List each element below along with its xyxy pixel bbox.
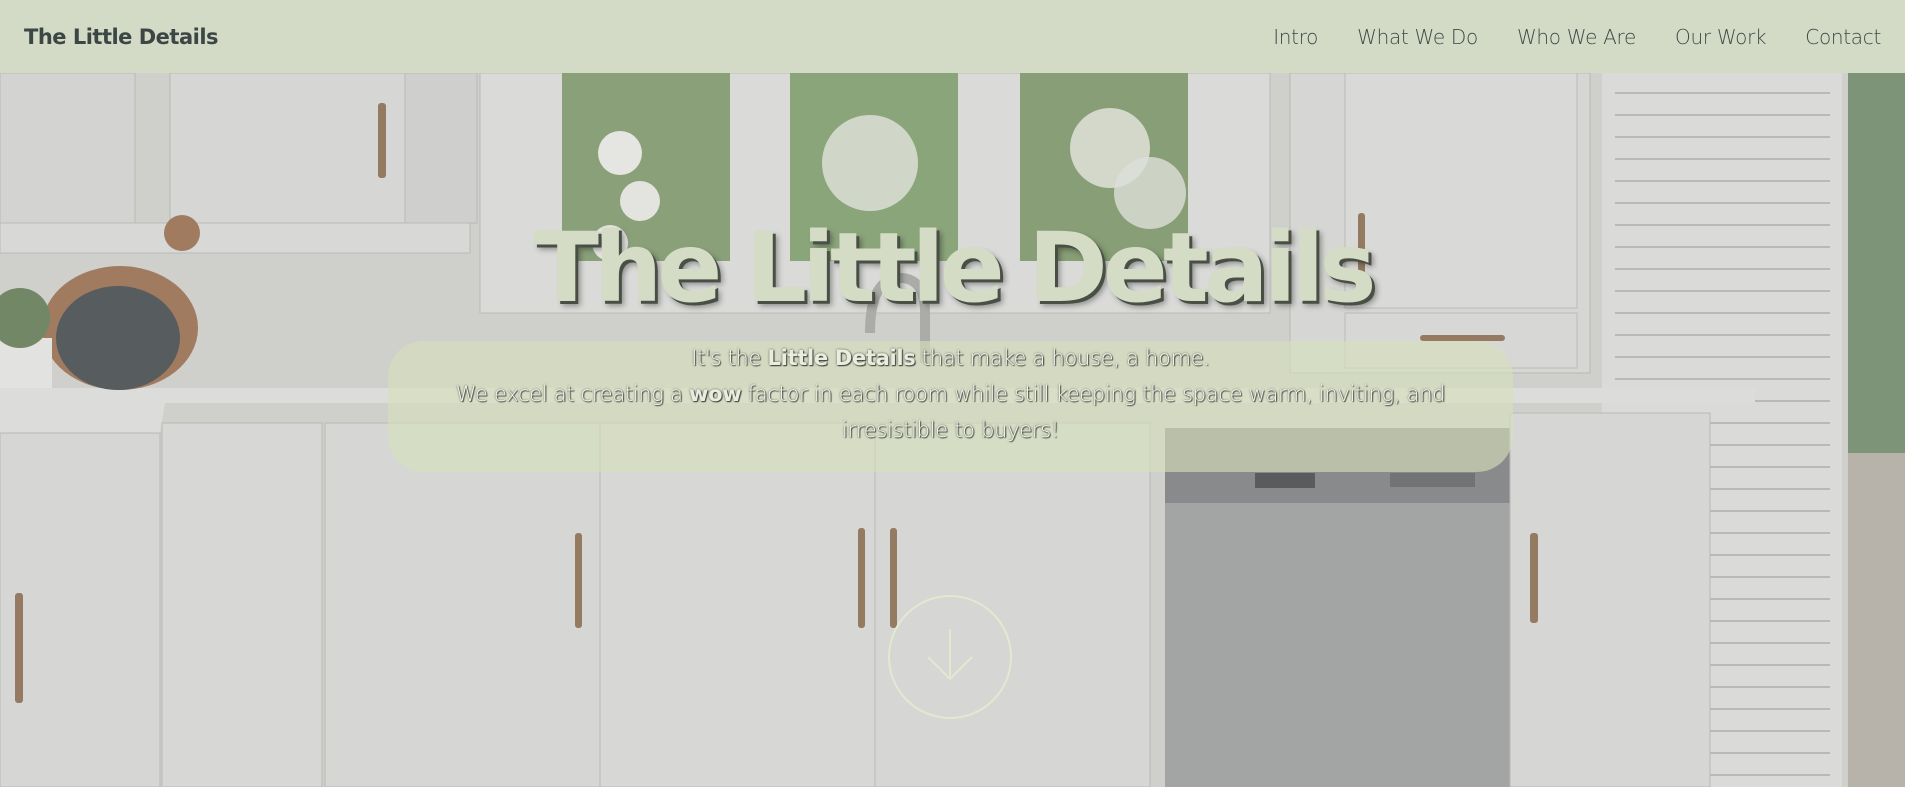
hero-title: The Little Details [533, 212, 1376, 324]
nav-link-intro[interactable]: Intro [1273, 25, 1318, 49]
scroll-down-button[interactable] [888, 595, 1012, 719]
tagline-text-bold: Little Details [767, 346, 916, 370]
top-navbar: The Little Details Intro What We Do Who … [0, 0, 1905, 73]
arrow-down-icon [927, 629, 973, 681]
tagline-text-post: that make a house, a home. [915, 346, 1210, 370]
main-menu: Intro What We Do Who We Are Our Work Con… [1273, 25, 1881, 49]
hero-description-line-2: irresistible to buyers! [842, 418, 1059, 442]
nav-link-contact[interactable]: Contact [1805, 25, 1881, 49]
nav-link-what-we-do[interactable]: What We Do [1357, 25, 1478, 49]
nav-link-our-work[interactable]: Our Work [1675, 25, 1767, 49]
description-text-pre: We excel at creating a [455, 382, 690, 406]
description-text-post: factor in each room while still keeping … [741, 382, 1446, 406]
tagline-text-pre: It's the [691, 346, 768, 370]
description-text-bold: wow [689, 382, 742, 406]
site-logo[interactable]: The Little Details [24, 25, 219, 49]
hero-description: We excel at creating a wow factor in eac… [388, 382, 1513, 406]
hero-tagline: It's the Little Details that make a hous… [388, 346, 1513, 370]
nav-link-who-we-are[interactable]: Who We Are [1517, 25, 1636, 49]
